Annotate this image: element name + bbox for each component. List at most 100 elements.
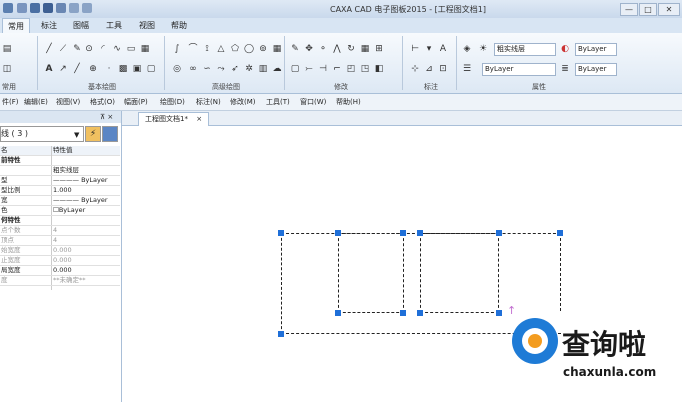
tab-common[interactable]: 常用 — [2, 18, 30, 34]
minimize-button[interactable]: — — [620, 3, 638, 16]
grip-point[interactable] — [496, 310, 502, 316]
hatch-icon[interactable]: ▩ — [118, 64, 128, 74]
image-icon[interactable]: ▢ — [146, 64, 156, 74]
menu-window[interactable]: 窗口(W) — [300, 97, 326, 107]
wave-icon[interactable]: ∽ — [202, 64, 212, 74]
erase-icon[interactable]: ✎ — [290, 44, 300, 54]
color-wheel-icon[interactable]: ◐ — [560, 44, 570, 54]
arc-tool-icon[interactable]: ⌒ — [188, 44, 198, 54]
open-file-icon[interactable] — [30, 3, 40, 13]
maximize-button[interactable]: □ — [639, 3, 657, 16]
property-row[interactable]: 型 ———— ByLayer — [0, 176, 120, 186]
layer-state-icon[interactable]: ☀ — [478, 44, 488, 54]
circle-tool-icon[interactable]: ◯ — [244, 44, 254, 54]
gear-icon[interactable]: ✲ — [244, 64, 254, 74]
block-icon[interactable]: ▣ — [132, 64, 142, 74]
app-logo-icon[interactable] — [3, 3, 13, 13]
copy-icon[interactable]: ⚬ — [318, 44, 328, 54]
point-icon[interactable]: · — [104, 64, 114, 74]
inner-rectangle-left[interactable] — [338, 233, 404, 313]
grip-point[interactable] — [278, 331, 284, 337]
grip-point[interactable] — [557, 230, 563, 236]
menu-file[interactable]: 件(F) — [2, 97, 19, 107]
tolerance-icon[interactable]: ⊹ — [410, 64, 420, 74]
inner-rectangle-right[interactable] — [420, 233, 499, 313]
property-row[interactable]: 宽 ———— ByLayer — [0, 196, 120, 206]
ray-icon[interactable]: ↗ — [58, 64, 68, 74]
grip-point[interactable] — [400, 230, 406, 236]
double-line-icon[interactable]: ∞ — [188, 64, 198, 74]
menu-tools[interactable]: 工具(T) — [266, 97, 290, 107]
grip-point[interactable] — [335, 230, 341, 236]
menu-edit[interactable]: 编辑(E) — [24, 97, 48, 107]
grip-point[interactable] — [278, 230, 284, 236]
undo-icon[interactable] — [69, 3, 79, 13]
color-select[interactable]: ByLayer — [575, 43, 617, 56]
explode-icon[interactable]: ◧ — [374, 64, 384, 74]
print-icon[interactable] — [56, 3, 66, 13]
fill-icon[interactable]: ▥ — [258, 64, 268, 74]
construction-line-icon[interactable]: ╱ — [72, 64, 82, 74]
tab-sheet[interactable]: 图幅 — [70, 18, 92, 33]
tab-view[interactable]: 视图 — [136, 18, 158, 33]
grip-point[interactable] — [335, 310, 341, 316]
property-row[interactable]: 型比例 1.000 — [0, 186, 120, 196]
break-icon[interactable]: ⤳ — [216, 64, 226, 74]
menu-sheet[interactable]: 幅面(P) — [124, 97, 148, 107]
triangle-icon[interactable]: △ — [216, 44, 226, 54]
arc-icon[interactable]: ◜ — [98, 44, 108, 54]
selection-filter-select[interactable]: 线 ( 3 ) — [0, 126, 84, 142]
hatch-tool-icon[interactable]: ⟟ — [202, 44, 212, 54]
polygon-icon[interactable]: ▦ — [140, 44, 150, 54]
grip-point[interactable] — [417, 310, 423, 316]
chamfer-icon[interactable]: ◳ — [360, 64, 370, 74]
scale-icon[interactable]: ⊞ — [374, 44, 384, 54]
tab-document[interactable]: 工程图文档1* × — [138, 112, 210, 126]
roughness-icon[interactable]: ⊿ — [424, 64, 434, 74]
layer-select[interactable]: 粗实线层 — [494, 43, 556, 56]
grip-point[interactable] — [496, 230, 502, 236]
dimension-dropdown-icon[interactable]: ▾ — [424, 44, 434, 54]
break-line-icon[interactable]: ⊣ — [318, 64, 328, 74]
lineweight-select[interactable]: ByLayer — [575, 63, 617, 76]
save-icon[interactable] — [43, 3, 53, 13]
layer-manager-icon[interactable]: ◈ — [462, 44, 472, 54]
move-icon[interactable]: ✥ — [304, 44, 314, 54]
close-icon[interactable]: × — [196, 115, 202, 123]
tab-tools[interactable]: 工具 — [103, 18, 125, 33]
toggle-pickadd-icon[interactable] — [102, 126, 118, 142]
circle-icon[interactable]: ⊙ — [84, 44, 94, 54]
menu-modify[interactable]: 修改(M) — [230, 97, 256, 107]
fillet-icon[interactable]: ◰ — [346, 64, 356, 74]
rectangle-icon[interactable]: ▭ — [126, 44, 136, 54]
balloon-icon[interactable]: ⊚ — [258, 44, 268, 54]
line-icon[interactable]: ╱ — [44, 44, 54, 54]
lineweight-icon[interactable]: ≣ — [560, 64, 570, 74]
menu-annotate[interactable]: 标注(N) — [196, 97, 221, 107]
ellipse-icon[interactable]: ◎ — [172, 64, 182, 74]
redo-icon[interactable] — [82, 3, 92, 13]
grip-point[interactable] — [400, 310, 406, 316]
revision-cloud-icon[interactable]: ☁ — [272, 64, 282, 74]
centerline-icon[interactable]: ⊕ — [88, 64, 98, 74]
trim-icon[interactable]: ▢ — [290, 64, 300, 74]
property-row[interactable]: 色 ☐ByLayer — [0, 206, 120, 216]
spline-icon[interactable]: ∿ — [112, 44, 122, 54]
mirror-icon[interactable]: ⋀ — [332, 44, 342, 54]
rotate-icon[interactable]: ↻ — [346, 44, 356, 54]
menu-format[interactable]: 格式(O) — [90, 97, 115, 107]
paste-icon[interactable]: ▤ — [2, 44, 12, 54]
close-button[interactable]: ✕ — [658, 3, 680, 16]
quick-select-icon[interactable]: ⚡ — [85, 126, 101, 142]
table-icon[interactable]: ▦ — [272, 44, 282, 54]
tab-help[interactable]: 帮助 — [168, 18, 190, 33]
match-props-icon[interactable]: ◫ — [2, 64, 12, 74]
menu-view[interactable]: 视图(V) — [56, 97, 80, 107]
grip-point[interactable] — [417, 230, 423, 236]
arrow-icon[interactable]: ➶ — [230, 64, 240, 74]
dimension-icon[interactable]: ⊢ — [410, 44, 420, 54]
stretch-icon[interactable]: ⌐ — [332, 64, 342, 74]
polyline-icon[interactable]: ⟋ — [58, 44, 68, 54]
extend-icon[interactable]: ⤚ — [304, 64, 314, 74]
datum-icon[interactable]: ⊡ — [438, 64, 448, 74]
